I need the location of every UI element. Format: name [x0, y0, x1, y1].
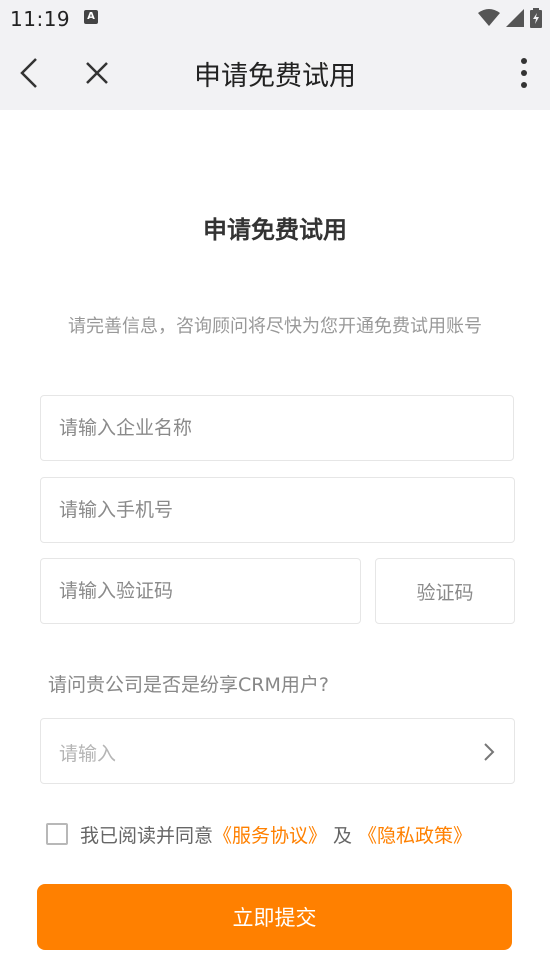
form-subtitle: 请完善信息，咨询顾问将尽快为您开通免费试用账号 [68, 316, 482, 337]
agree-text: 我已阅读并同意 [80, 824, 214, 847]
verification-code-input[interactable] [41, 559, 360, 623]
phone-input[interactable] [41, 478, 514, 542]
battery-icon [530, 8, 542, 28]
company-field-wrapper [40, 395, 514, 461]
company-name-input[interactable] [41, 396, 513, 460]
nav-bar: 申请免费试用 [0, 36, 550, 110]
crm-user-question: 请问贵公司是否是纷享CRM用户? [48, 674, 329, 696]
crm-user-select-placeholder: 请输入 [59, 743, 117, 765]
submit-button[interactable]: 立即提交 [37, 884, 512, 950]
signal-icon [506, 9, 524, 27]
code-field-wrapper [40, 558, 361, 624]
wifi-icon [478, 9, 500, 26]
a-icon: A [84, 10, 98, 24]
service-agreement-link[interactable]: 《服务协议》 [213, 821, 327, 848]
agree-checkbox[interactable] [46, 823, 68, 845]
status-time: 11:19 [10, 7, 71, 31]
agreement-row: 我已阅读并同意 《服务协议》 及 《隐私政策》 [46, 820, 472, 848]
and-text: 及 [333, 824, 353, 847]
chevron-right-icon [484, 743, 495, 761]
status-icons [478, 8, 542, 28]
more-vertical-icon[interactable] [516, 56, 532, 90]
get-code-button[interactable]: 验证码 [375, 558, 515, 624]
status-bar: 11:19 A [0, 0, 550, 36]
privacy-policy-link[interactable]: 《隐私政策》 [358, 821, 472, 848]
phone-field-wrapper [40, 477, 515, 543]
nav-title: 申请免费试用 [194, 61, 356, 92]
crm-user-select[interactable]: 请输入 [40, 718, 515, 784]
form-title: 申请免费试用 [203, 216, 347, 244]
